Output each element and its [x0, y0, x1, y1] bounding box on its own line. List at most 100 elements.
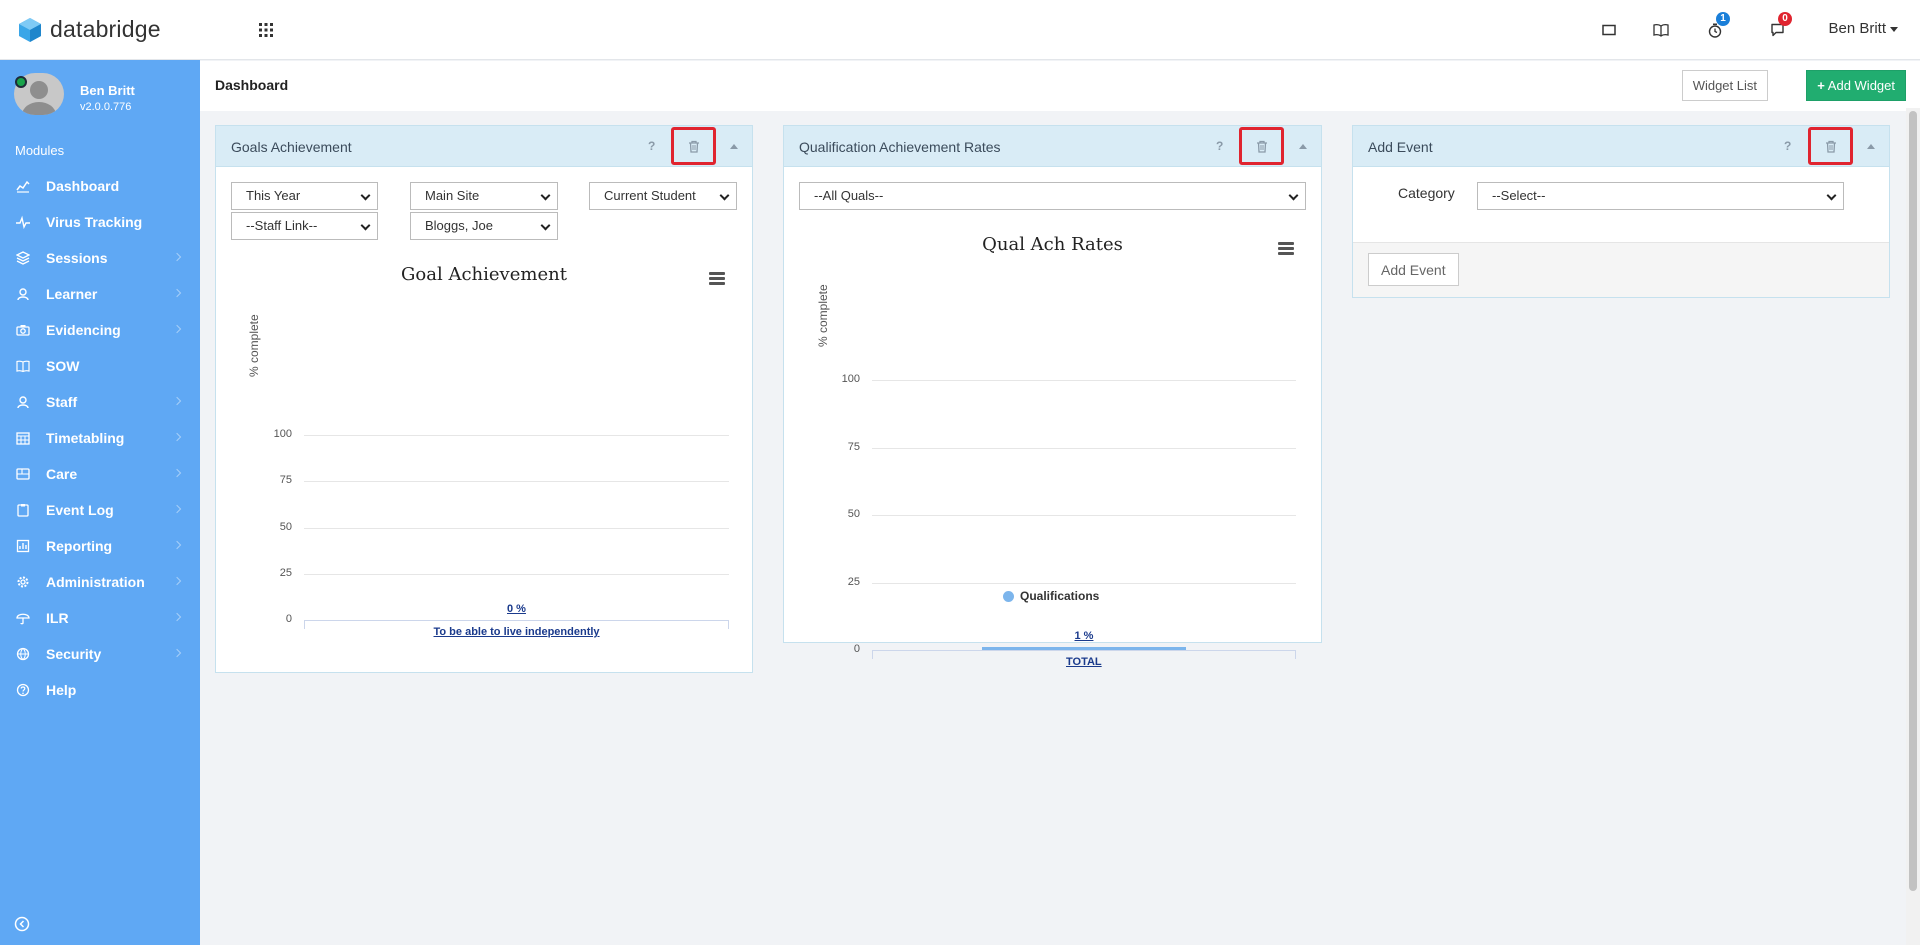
sidebar-item-sessions[interactable]: Sessions	[0, 240, 200, 276]
sidebar-item-event-log[interactable]: Event Log	[0, 492, 200, 528]
widget-header: Goals Achievement ?	[216, 126, 752, 167]
sidebar-item-reporting[interactable]: Reporting	[0, 528, 200, 564]
status-select[interactable]: Current Student	[589, 182, 737, 210]
data-label[interactable]: 0 %	[507, 603, 526, 615]
logo-mark-icon	[19, 17, 41, 42]
x-axis-tick	[872, 650, 873, 659]
data-label[interactable]: 1 %	[1075, 630, 1094, 642]
chart-title: Goal Achievement	[401, 264, 567, 285]
delete-widget-button[interactable]	[1239, 127, 1284, 165]
sidebar-item-label: Security	[46, 646, 102, 662]
page-scrollbar[interactable]	[1906, 108, 1920, 945]
add-event-button[interactable]: Add Event	[1368, 253, 1459, 286]
logo[interactable]: databridge	[18, 16, 161, 43]
sidebar-item-label: SOW	[46, 358, 80, 374]
layers-icon	[16, 251, 30, 265]
sidebar-item-help[interactable]: Help	[0, 672, 200, 708]
timer-badge: 1	[1716, 12, 1730, 26]
bar[interactable]	[982, 647, 1186, 650]
collapse-sidebar-icon[interactable]	[14, 916, 30, 932]
sidebar-item-dashboard[interactable]: Dashboard	[0, 168, 200, 204]
collapse-widget-icon[interactable]	[1867, 144, 1875, 149]
sidebar-item-security[interactable]: Security	[0, 636, 200, 672]
help-icon[interactable]: ?	[648, 139, 655, 153]
chevron-down-icon	[540, 220, 551, 231]
sidebar-item-staff[interactable]: Staff	[0, 384, 200, 420]
legend-marker	[1003, 590, 1014, 602]
widget-title: Qualification Achievement Rates	[799, 139, 1001, 155]
gridline	[872, 515, 1296, 516]
collapse-widget-icon[interactable]	[730, 144, 738, 149]
add-widget-label: Add Widget	[1827, 78, 1895, 93]
gridline	[872, 447, 1296, 449]
sidebar-item-timetabling[interactable]: Timetabling	[0, 420, 200, 456]
sidebar-item-care[interactable]: Care	[0, 456, 200, 492]
sidebar-item-label: Sessions	[46, 250, 108, 266]
y-axis-title: % complete	[816, 284, 830, 347]
book-open-icon	[16, 360, 30, 373]
delete-widget-button[interactable]	[671, 127, 716, 165]
y-tick-label: 75	[847, 440, 860, 453]
sidebar-item-label: Staff	[46, 394, 78, 410]
globe-icon	[16, 647, 30, 661]
sidebar: Ben Britt v2.0.0.776 Modules Dashboard V…	[0, 60, 200, 945]
sidebar-item-label: Administration	[46, 574, 145, 590]
add-widget-button[interactable]: + Add Widget	[1806, 70, 1906, 101]
select-value: Bloggs, Joe	[425, 218, 493, 233]
chart-menu-icon[interactable]	[709, 272, 725, 285]
sidebar-item-learner[interactable]: Learner	[0, 276, 200, 312]
delete-widget-button[interactable]	[1808, 127, 1853, 165]
chevron-right-icon	[172, 432, 182, 442]
widget-header: Add Event ?	[1353, 126, 1889, 167]
sidebar-item-ilr[interactable]: ILR	[0, 600, 200, 636]
user-menu[interactable]: Ben Britt	[1828, 20, 1898, 37]
quals-select[interactable]: --All Quals--	[799, 182, 1306, 210]
sidebar-item-evidencing[interactable]: Evidencing	[0, 312, 200, 348]
chevron-right-icon	[172, 288, 182, 298]
profile-name: Ben Britt	[80, 83, 135, 98]
sidebar-item-label: Virus Tracking	[46, 214, 143, 230]
y-tick-label: 50	[279, 520, 292, 533]
site-select[interactable]: Main Site	[410, 182, 558, 210]
trash-icon	[1825, 140, 1836, 153]
x-category-label[interactable]: TOTAL	[1066, 656, 1102, 668]
chevron-down-icon	[1890, 26, 1898, 32]
x-category-label[interactable]: To be able to live independently	[434, 626, 600, 638]
top-bar: databridge 1 0 Ben Britt	[0, 0, 1920, 60]
timer-icon[interactable]: 1	[1704, 12, 1730, 41]
sidebar-item-virus-tracking[interactable]: Virus Tracking	[0, 204, 200, 240]
staff-link-select[interactable]: --Staff Link--	[231, 212, 378, 240]
category-select[interactable]: --Select--	[1477, 182, 1844, 210]
sidebar-item-sow[interactable]: SOW	[0, 348, 200, 384]
modules-label: Modules	[15, 143, 65, 158]
collapse-widget-icon[interactable]	[1299, 144, 1307, 149]
sidebar-item-label: Timetabling	[46, 430, 125, 446]
chevron-right-icon	[172, 540, 182, 550]
legend-item-qualifications[interactable]: Qualifications	[1003, 589, 1099, 603]
screen-icon[interactable]	[1598, 19, 1620, 41]
goals-achievement-widget: Goals Achievement ? This Year Main Site …	[215, 125, 753, 673]
scrollbar-thumb[interactable]	[1909, 111, 1917, 891]
help-icon[interactable]: ?	[1784, 139, 1791, 153]
help-icon[interactable]: ?	[1216, 139, 1223, 153]
sidebar-item-administration[interactable]: Administration	[0, 564, 200, 600]
umbrella-icon	[16, 613, 30, 625]
widget-list-button[interactable]: Widget List	[1681, 70, 1768, 101]
chevron-right-icon	[172, 324, 182, 334]
chevron-down-icon	[360, 190, 371, 201]
chart-line-icon	[16, 180, 30, 193]
period-select[interactable]: This Year	[231, 182, 378, 210]
chat-icon[interactable]: 0	[1766, 12, 1792, 41]
learner-select[interactable]: Bloggs, Joe	[410, 212, 558, 240]
gridline	[304, 527, 729, 529]
chevron-right-icon	[172, 612, 182, 622]
clipboard-icon	[17, 504, 29, 517]
sidebar-item-label: ILR	[46, 610, 69, 626]
sidebar-nav: Dashboard Virus Tracking Sessions Learne…	[0, 168, 200, 708]
chevron-right-icon	[172, 468, 182, 478]
apps-grid-icon[interactable]	[257, 21, 275, 39]
y-tick-label: 50	[847, 508, 860, 520]
profile: Ben Britt v2.0.0.776	[0, 60, 200, 135]
chart-menu-icon[interactable]	[1278, 242, 1294, 255]
book-icon[interactable]	[1650, 19, 1672, 41]
